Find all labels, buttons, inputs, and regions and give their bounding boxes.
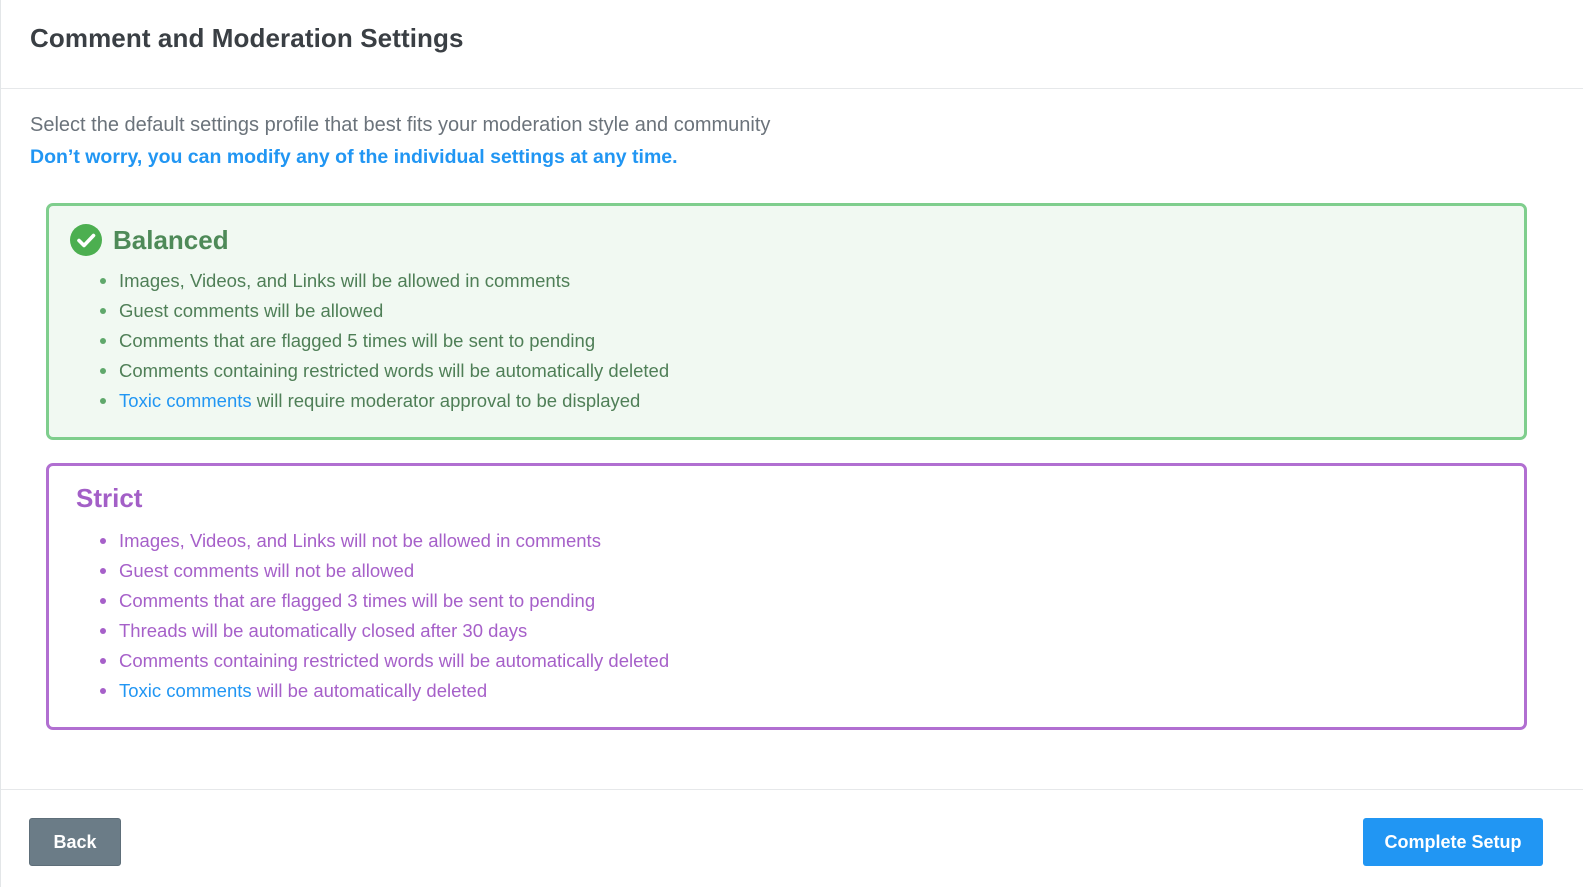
back-button[interactable]: Back [29, 818, 121, 866]
list-item: Guest comments will be allowed [97, 296, 669, 326]
setup-page: Comment and Moderation Settings Select t… [0, 0, 1583, 887]
complete-setup-button[interactable]: Complete Setup [1363, 818, 1543, 866]
profile-strict-list: Images, Videos, and Links will not be al… [97, 526, 669, 706]
intro-description: Select the default settings profile that… [30, 114, 771, 136]
intro-section: Select the default settings profile that… [30, 112, 770, 170]
list-item: Images, Videos, and Links will be allowe… [97, 266, 669, 296]
profile-title-balanced: Balanced [113, 224, 229, 255]
intro-note: Don’t worry, you can modify any of the i… [30, 146, 678, 168]
profile-card-balanced[interactable]: Balanced Images, Videos, and Links will … [46, 203, 1527, 440]
list-item: Comments containing restricted words wil… [97, 356, 669, 386]
profile-card-header: Balanced [49, 206, 1524, 260]
page-title: Comment and Moderation Settings [30, 23, 464, 53]
check-circle-icon [70, 224, 102, 256]
toxic-comments-link[interactable]: Toxic comments [119, 680, 252, 701]
list-item: Toxic comments will be automatically del… [97, 676, 669, 706]
profile-card-strict[interactable]: Strict Images, Videos, and Links will no… [46, 463, 1527, 730]
list-item: Comments that are flagged 5 times will b… [97, 326, 669, 356]
page-footer: Back Complete Setup [1, 789, 1583, 887]
list-item: Comments containing restricted words wil… [97, 646, 669, 676]
list-item: Threads will be automatically closed aft… [97, 616, 669, 646]
profile-balanced-list: Images, Videos, and Links will be allowe… [97, 266, 669, 416]
toxic-comments-link[interactable]: Toxic comments [119, 390, 252, 411]
list-item: Images, Videos, and Links will not be al… [97, 526, 669, 556]
list-item: Comments that are flagged 3 times will b… [97, 586, 669, 616]
page-header: Comment and Moderation Settings [1, 0, 1583, 89]
profile-title-strict: Strict [76, 482, 143, 513]
list-item: Guest comments will not be allowed [97, 556, 669, 586]
profile-card-header: Strict [49, 466, 1524, 518]
list-item: Toxic comments will require moderator ap… [97, 386, 669, 416]
